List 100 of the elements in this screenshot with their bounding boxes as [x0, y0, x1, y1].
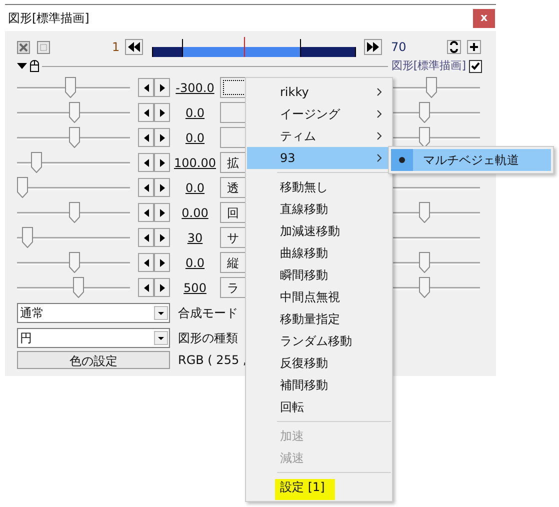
slider-thumb[interactable] [419, 126, 430, 148]
increment-button[interactable] [154, 253, 170, 272]
decrement-button[interactable] [138, 278, 154, 297]
caret-left-icon [144, 258, 148, 266]
caret-left-icon [144, 84, 148, 92]
increment-button[interactable] [154, 178, 170, 197]
menu-item[interactable]: ティム [247, 125, 391, 147]
menu-item[interactable]: 移動量指定 [247, 308, 391, 330]
decrement-button[interactable] [138, 78, 154, 97]
track-value[interactable]: 500 [174, 278, 216, 296]
caret-right-icon [160, 108, 164, 116]
slider-thumb[interactable] [22, 226, 34, 248]
menu-item[interactable]: マルチベジェ軌道 [391, 149, 551, 171]
plus-icon[interactable] [467, 40, 481, 54]
film-icon[interactable] [17, 40, 30, 54]
increment-button[interactable] [154, 203, 170, 222]
increment-button[interactable] [154, 78, 170, 97]
caret-icon [154, 330, 168, 344]
track-value[interactable]: 30 [174, 228, 216, 246]
start-frame: 1 [112, 38, 122, 56]
menu-item[interactable]: 加減速移動 [247, 220, 391, 242]
end-frame: 70 [391, 38, 406, 56]
menu-item[interactable]: 設定 [1] [247, 476, 391, 498]
refresh-icon[interactable] [447, 40, 461, 54]
menu-item[interactable]: 反復移動 [247, 352, 391, 374]
slider-thumb[interactable] [31, 152, 42, 172]
slider-thumb[interactable] [426, 76, 438, 98]
menu-item[interactable]: 中間点無視 [247, 286, 391, 308]
decrement-button[interactable] [138, 128, 154, 147]
increment-button[interactable] [154, 278, 170, 297]
slider-thumb[interactable] [68, 126, 80, 148]
track-value[interactable]: 0.0 [174, 178, 216, 196]
track-value[interactable]: -300.0 [174, 78, 216, 96]
increment-button[interactable] [154, 103, 170, 122]
track-value[interactable]: 0.0 [174, 128, 216, 146]
slider-thumb[interactable] [68, 202, 80, 222]
track-value[interactable]: 0.0 [174, 254, 216, 272]
checkbox[interactable] [469, 60, 482, 72]
menu-item[interactable]: 93 [247, 147, 391, 169]
slider-thumb[interactable] [68, 102, 80, 122]
slider-thumb[interactable] [419, 102, 430, 122]
decrement-button[interactable] [138, 103, 154, 122]
caret-right-icon [160, 258, 164, 266]
caret-right-icon [160, 134, 164, 142]
slider-thumb[interactable] [419, 252, 430, 272]
caret-right-icon [160, 284, 164, 292]
increment-button[interactable] [154, 153, 170, 172]
rewind-button[interactable] [125, 39, 143, 55]
collapse-triangle-icon[interactable] [17, 62, 27, 70]
caret-left-icon [144, 284, 148, 292]
chevron-right-icon [377, 88, 382, 96]
caret-right-icon [160, 184, 164, 192]
menu-item[interactable]: ランダム移動 [247, 330, 391, 352]
chevron-right-icon [377, 154, 382, 162]
decrement-button[interactable] [138, 253, 154, 272]
slider-thumb[interactable] [73, 276, 84, 298]
track-value[interactable]: 0.00 [174, 204, 216, 222]
decrement-button[interactable] [138, 203, 154, 222]
color-settings-button[interactable]: 色の設定 [17, 351, 170, 369]
object-label: 図形[標準描画] [391, 58, 466, 74]
caret-right-icon [160, 208, 164, 216]
caret-left-icon [144, 158, 148, 166]
slider-thumb[interactable] [68, 252, 80, 272]
fast-forward-button[interactable] [364, 39, 382, 55]
slider-thumb[interactable] [419, 202, 430, 222]
menu-item[interactable]: イージング [247, 103, 391, 125]
dropdown[interactable]: 通常 [17, 302, 170, 322]
mouse-icon [30, 60, 39, 72]
menu-item[interactable]: 移動無し [247, 176, 391, 198]
decrement-button[interactable] [138, 228, 154, 247]
slider-thumb[interactable] [419, 276, 430, 298]
increment-button[interactable] [154, 228, 170, 247]
caret-icon [154, 306, 168, 320]
window-title: 図形[標準描画] [8, 10, 90, 27]
track-value[interactable]: 0.0 [174, 104, 216, 122]
menu-item[interactable]: 回転 [247, 396, 391, 418]
increment-button[interactable] [154, 128, 170, 147]
caret-right-icon [160, 234, 164, 242]
caret-left-icon [144, 108, 148, 116]
dropdown[interactable]: 円 [17, 328, 170, 348]
menu-item[interactable]: 瞬間移動 [247, 264, 391, 286]
menu-item[interactable]: 曲線移動 [247, 242, 391, 264]
chevron-right-icon [377, 110, 382, 118]
slider-thumb[interactable] [65, 76, 76, 98]
decrement-button[interactable] [138, 178, 154, 197]
slider-thumb[interactable] [16, 176, 28, 198]
timeline-bar[interactable] [152, 37, 356, 57]
field-label: 図形の種類 [178, 330, 238, 346]
menu-item[interactable]: rikky [247, 81, 391, 103]
track-value[interactable]: 100.00 [174, 154, 216, 172]
caret-right-icon [160, 158, 164, 166]
caret-left-icon [144, 208, 148, 216]
caret-left-icon [144, 184, 148, 192]
grid-icon[interactable] [37, 40, 50, 54]
field-label: 合成モード [178, 304, 238, 322]
decrement-button[interactable] [138, 153, 154, 172]
menu-item[interactable]: 直線移動 [247, 198, 391, 220]
close-button[interactable]: x [473, 8, 495, 28]
chevron-right-icon [377, 132, 382, 140]
menu-item[interactable]: 補間移動 [247, 374, 391, 396]
